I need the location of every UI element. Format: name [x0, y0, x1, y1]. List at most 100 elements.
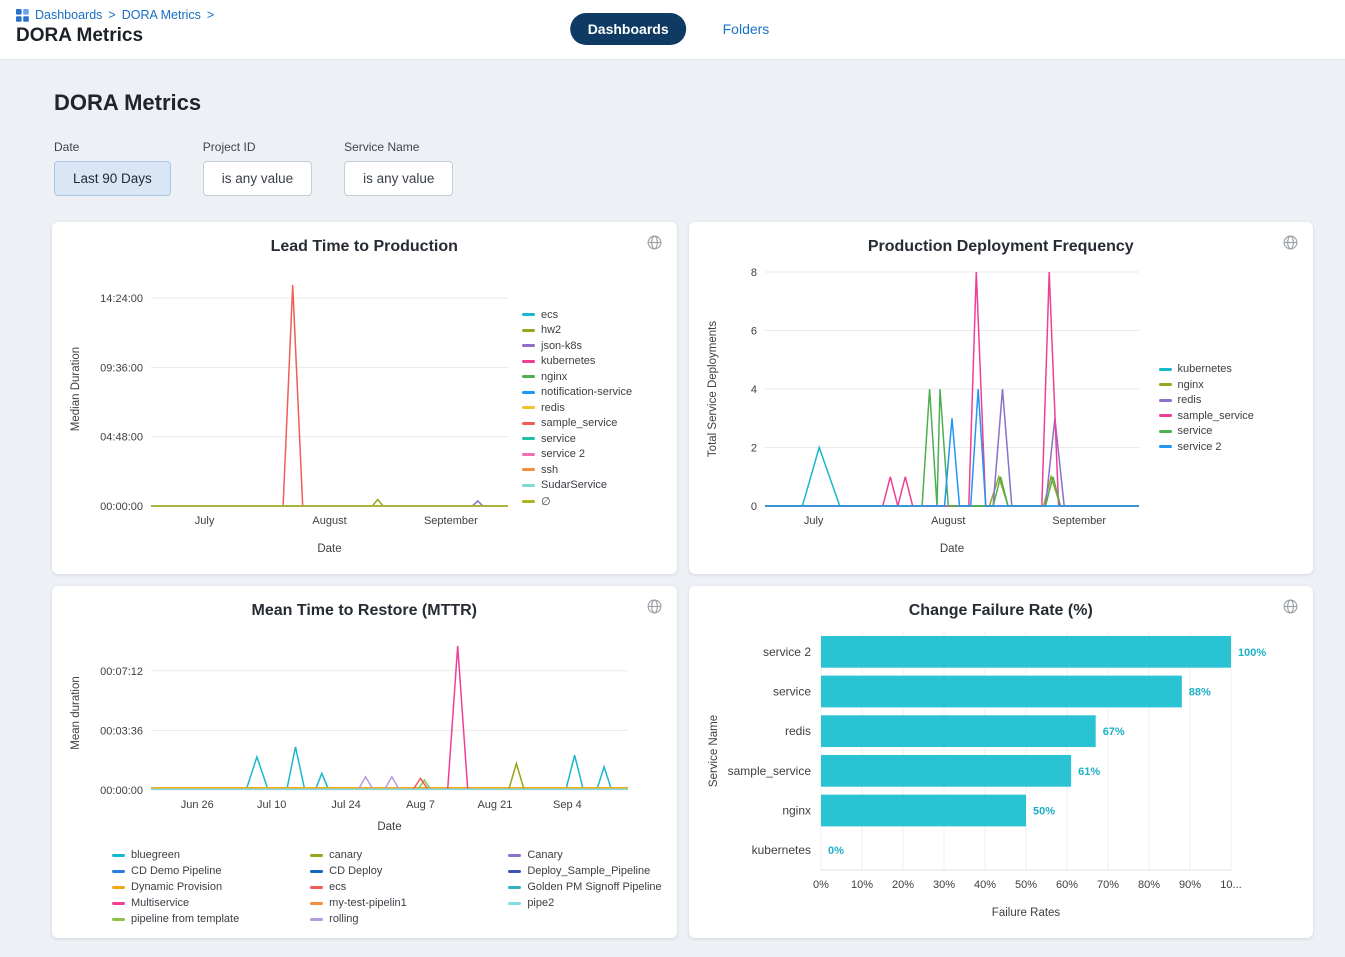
legend-item[interactable]: pipeline from template	[112, 913, 266, 925]
legend-item[interactable]: Canary	[508, 849, 662, 861]
legend-item[interactable]: CD Demo Pipeline	[112, 865, 266, 877]
legend-item[interactable]: service 2	[1159, 441, 1254, 453]
legend-item[interactable]: bluegreen	[112, 849, 266, 861]
legend-item[interactable]: redis	[522, 402, 632, 414]
filter-group-service-name: Service Name is any value	[344, 140, 453, 196]
bar[interactable]	[821, 755, 1071, 787]
legend-item[interactable]: pipe2	[508, 897, 662, 909]
breadcrumb-link-dora-metrics[interactable]: DORA Metrics	[122, 8, 201, 22]
tick-text: 20%	[891, 879, 913, 891]
bar-value-text: 88%	[1188, 687, 1210, 699]
globe-icon[interactable]	[1282, 598, 1299, 615]
tick-text: 50%	[1014, 879, 1036, 891]
tick-text: Jul 24	[331, 799, 360, 811]
tick-text: Aug 7	[406, 799, 435, 811]
legend-swatch-icon	[522, 329, 535, 332]
legend-label: service	[1178, 425, 1213, 437]
axis-label-text: Mean duration	[70, 676, 82, 750]
legend-item[interactable]: SudarService	[522, 479, 632, 491]
legend-item[interactable]: sample_service	[1159, 410, 1254, 422]
breadcrumb-separator: >	[207, 8, 214, 22]
tick-text: 70%	[1096, 879, 1118, 891]
legend-swatch-icon	[1159, 414, 1172, 417]
tick-text: 00:00:00	[100, 501, 143, 513]
legend-label: sample_service	[541, 417, 617, 429]
legend-item[interactable]: hw2	[522, 324, 632, 336]
legend-item[interactable]: ssh	[522, 464, 632, 476]
globe-icon[interactable]	[646, 234, 663, 251]
tick-text: July	[195, 515, 215, 527]
legend-item[interactable]: ecs	[310, 881, 464, 893]
legend-item[interactable]: notification-service	[522, 386, 632, 398]
legend-swatch-icon	[112, 902, 125, 905]
legend-swatch-icon	[310, 902, 323, 905]
legend-item[interactable]: kubernetes	[522, 355, 632, 367]
legend-item[interactable]: CD Deploy	[310, 865, 464, 877]
legend-label: redis	[1178, 394, 1202, 406]
legend-swatch-icon	[508, 870, 521, 873]
chart-legend: ecs hw2 json-k8s kubernetes nginx notificatio…	[522, 309, 632, 508]
legend-swatch-icon	[522, 391, 535, 394]
chart-legend: bluegreen CD Demo Pipeline Dynamic Provisi…	[112, 849, 663, 925]
tick-text: July	[803, 515, 823, 527]
legend-item[interactable]: nginx	[522, 371, 632, 383]
legend-item[interactable]: Golden PM Signoff Pipeline	[508, 881, 662, 893]
legend-swatch-icon	[522, 484, 535, 487]
legend-label: bluegreen	[131, 849, 180, 861]
tick-text: 6	[750, 326, 756, 338]
legend-item[interactable]: kubernetes	[1159, 363, 1254, 375]
line-chart-plot: 00:00:0004:48:0009:36:0014:24:00JulyAugu…	[66, 258, 518, 558]
tick-text: 60%	[1055, 879, 1077, 891]
cat-text: sample_service	[727, 764, 811, 778]
legend-swatch-icon	[1159, 445, 1172, 448]
filter-project-id-button[interactable]: is any value	[203, 161, 312, 196]
legend-item[interactable]: my-test-pipelin1	[310, 897, 464, 909]
legend-item[interactable]: ecs	[522, 309, 632, 321]
globe-icon[interactable]	[646, 598, 663, 615]
legend-swatch-icon	[1159, 399, 1172, 402]
card-mean-time-to-restore: Mean Time to Restore (MTTR) 00:00:0000:0…	[52, 586, 677, 938]
legend-item[interactable]: Dynamic Provision	[112, 881, 266, 893]
legend-swatch-icon	[112, 886, 125, 889]
bar[interactable]	[821, 715, 1096, 747]
tick-text: 0%	[813, 879, 829, 891]
nav-folders-button[interactable]: Folders	[717, 20, 776, 38]
filter-date-button[interactable]: Last 90 Days	[54, 161, 171, 196]
legend-swatch-icon	[522, 500, 535, 503]
bar[interactable]	[821, 636, 1231, 668]
series-line	[151, 646, 628, 789]
legend-item[interactable]: nginx	[1159, 379, 1254, 391]
chart-grid: Lead Time to Production 00:00:0004:48:00…	[52, 222, 1313, 938]
legend-swatch-icon	[508, 854, 521, 857]
tick-text: 40%	[973, 879, 995, 891]
page-title: DORA Metrics	[54, 90, 1313, 116]
bar[interactable]	[821, 676, 1182, 708]
legend-item[interactable]: Deploy_Sample_Pipeline	[508, 865, 662, 877]
legend-label: pipe2	[527, 897, 554, 909]
legend-item[interactable]: json-k8s	[522, 340, 632, 352]
legend-item[interactable]: canary	[310, 849, 464, 861]
legend-item[interactable]: service 2	[522, 448, 632, 460]
filter-group-project-id: Project ID is any value	[203, 140, 312, 196]
line-chart-plot: 02468JulyAugustSeptemberDateTotal Servic…	[703, 258, 1155, 558]
legend-label: kubernetes	[541, 355, 595, 367]
legend-item[interactable]: sample_service	[522, 417, 632, 429]
legend-label: my-test-pipelin1	[329, 897, 407, 909]
legend-swatch-icon	[112, 918, 125, 921]
legend-item[interactable]: Multiservice	[112, 897, 266, 909]
legend-item[interactable]: service	[522, 433, 632, 445]
legend-item[interactable]: service	[1159, 425, 1254, 437]
legend-item[interactable]: rolling	[310, 913, 464, 925]
tick-text: 09:36:00	[100, 362, 143, 374]
legend-item[interactable]: redis	[1159, 394, 1254, 406]
bar[interactable]	[821, 795, 1026, 827]
tick-text: Aug 21	[477, 799, 512, 811]
breadcrumb-link-dashboards[interactable]: Dashboards	[35, 8, 102, 22]
nav-dashboards-button[interactable]: Dashboards	[570, 13, 687, 45]
legend-item[interactable]: ∅	[522, 495, 632, 508]
filter-service-name-button[interactable]: is any value	[344, 161, 453, 196]
bar-value-text: 61%	[1078, 766, 1100, 778]
globe-icon[interactable]	[1282, 234, 1299, 251]
tick-text: Jun 26	[181, 799, 214, 811]
legend-label: canary	[329, 849, 362, 861]
